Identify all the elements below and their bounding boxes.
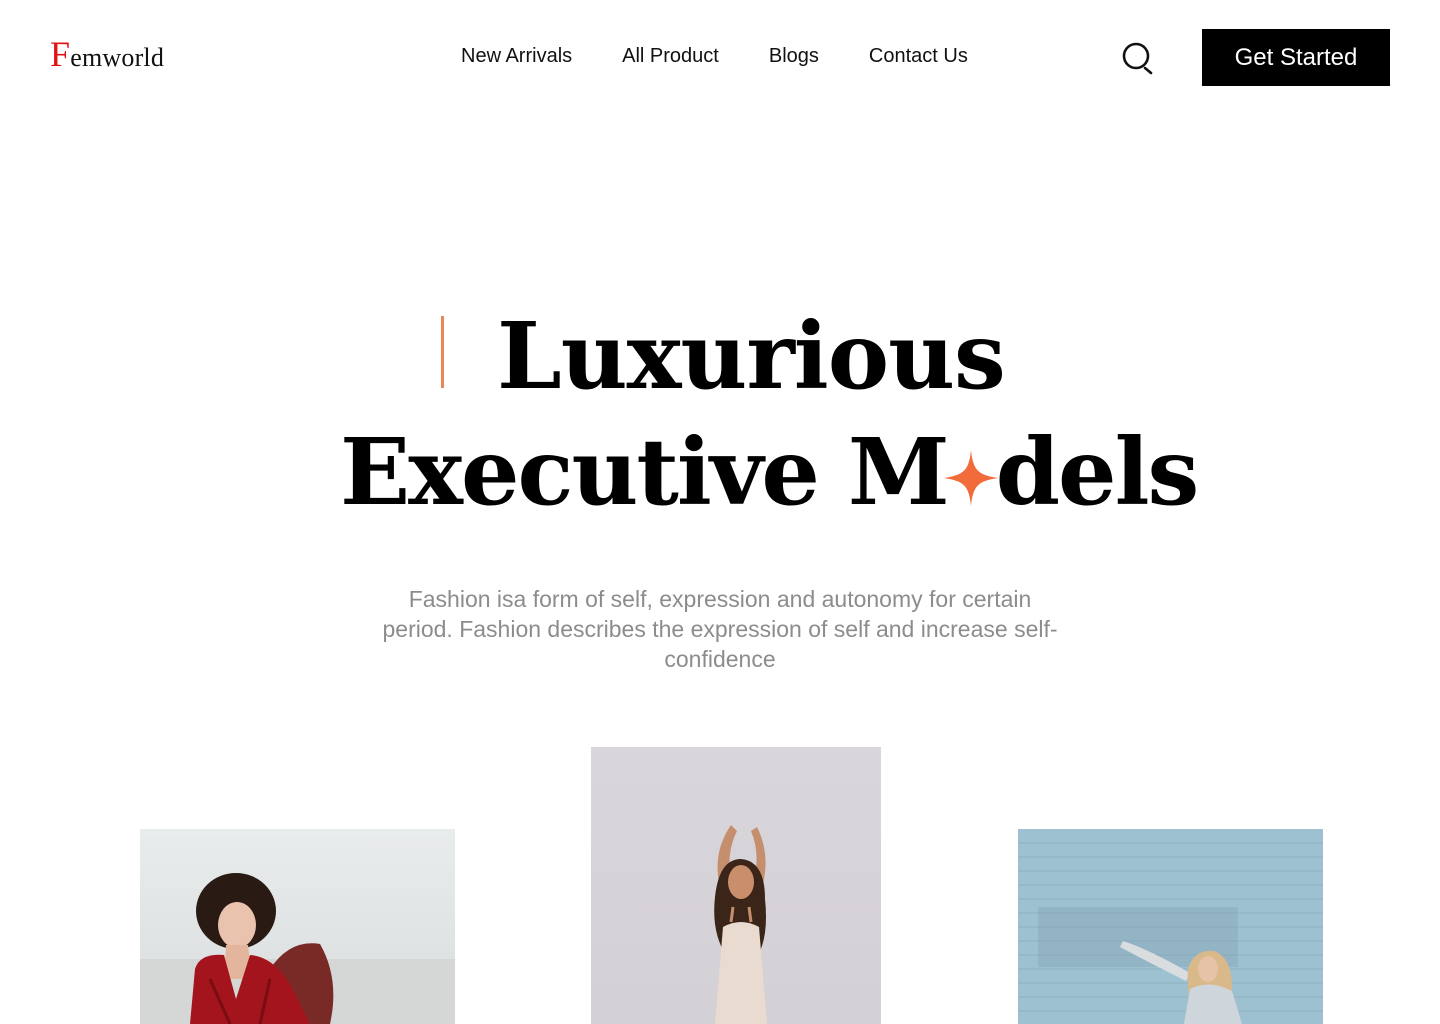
- nav-all-product[interactable]: All Product: [622, 45, 719, 68]
- get-started-button[interactable]: Get Started: [1202, 29, 1390, 86]
- hero-subtitle: Fashion isa form of self, expression and…: [382, 586, 1058, 672]
- main-nav: New Arrivals All Product Blogs Contact U…: [461, 45, 968, 68]
- model-beige-dress-photo[interactable]: [591, 747, 881, 1024]
- logo-text: emworld: [70, 43, 165, 72]
- hero-accent-bar: [441, 316, 444, 388]
- nav-blogs[interactable]: Blogs: [769, 45, 819, 68]
- hero-title-line1: Luxurious: [497, 302, 1006, 410]
- search-button[interactable]: [1120, 40, 1156, 76]
- nav-new-arrivals[interactable]: New Arrivals: [461, 45, 572, 68]
- logo[interactable]: Femworld: [50, 36, 164, 73]
- model-blue-wall-photo[interactable]: [1018, 829, 1323, 1024]
- sparkle-star-icon: [942, 416, 1000, 506]
- hero-title-line2: Executive M dels: [340, 412, 1199, 532]
- hero-title-line2-end: dels: [995, 418, 1200, 526]
- model-red-dress-photo[interactable]: [140, 829, 455, 1024]
- search-icon: [1122, 42, 1153, 75]
- logo-initial: F: [50, 34, 71, 74]
- hero-title-line2-start: Executive M: [340, 418, 950, 526]
- nav-contact-us[interactable]: Contact Us: [869, 45, 968, 68]
